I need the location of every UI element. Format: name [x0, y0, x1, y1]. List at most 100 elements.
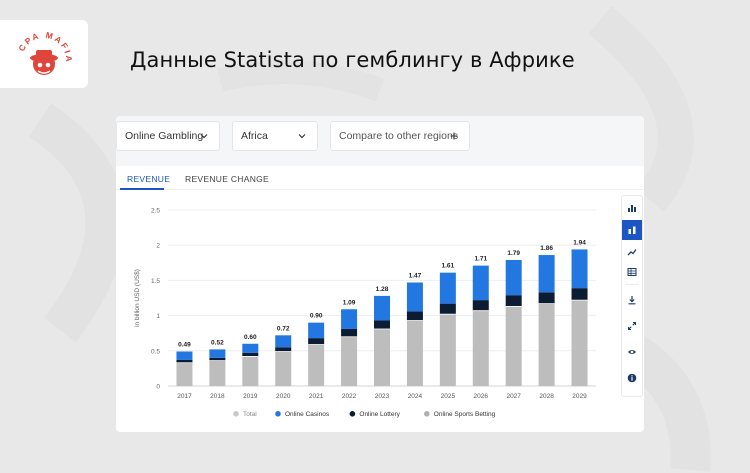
bar-segment-online-sports-betting — [472, 310, 489, 386]
x-tick-label: 2021 — [309, 393, 324, 400]
legend-label: Total — [243, 411, 257, 418]
bar-segment-online-sports-betting — [406, 320, 423, 386]
x-tick-label: 2029 — [572, 393, 587, 400]
page-title: Данные Statista по гемблингу в Африке — [130, 48, 575, 72]
bar-segment-online-lottery — [571, 288, 588, 301]
legend-marker — [424, 411, 430, 417]
bar-segment-online-lottery — [176, 359, 193, 363]
y-tick-label: 2 — [156, 243, 160, 250]
plus-icon — [450, 132, 458, 140]
bar-segment-online-sports-betting — [242, 356, 259, 386]
bar-segment-online-sports-betting — [538, 303, 555, 386]
x-tick-label: 2025 — [441, 393, 456, 400]
tab-revenue[interactable]: REVENUE — [127, 174, 170, 184]
cpa-mafia-logo: CPA MAFIA — [0, 20, 88, 88]
bar-segment-online-lottery — [538, 292, 555, 304]
bar-segment-online-casinos — [406, 282, 423, 312]
market-select[interactable]: Online Gambling — [116, 121, 220, 151]
bar-segment-online-sports-betting — [176, 362, 193, 386]
market-select-value: Online Gambling — [125, 130, 204, 142]
bar-segment-online-lottery — [308, 338, 325, 345]
bar-segment-online-casinos — [242, 343, 259, 353]
y-tick-label: 1.5 — [151, 278, 160, 285]
tab-revenue-change[interactable]: REVENUE CHANGE — [185, 174, 269, 184]
bar-total-label: 0.49 — [178, 342, 191, 349]
bar-segment-online-lottery — [209, 357, 226, 361]
chevron-down-icon — [200, 134, 208, 139]
bar-segment-online-casinos — [571, 249, 588, 289]
y-tick-label: 0.5 — [151, 348, 160, 355]
download-icon[interactable] — [622, 290, 642, 310]
x-tick-label: 2020 — [276, 393, 291, 400]
bar-total-label: 1.61 — [442, 263, 455, 270]
bar-segment-online-casinos — [439, 272, 456, 304]
bar-total-label: 1.94 — [573, 239, 586, 246]
x-tick-label: 2028 — [539, 393, 554, 400]
x-tick-label: 2026 — [474, 393, 489, 400]
bar-segment-online-sports-betting — [571, 300, 588, 386]
line-chart-icon[interactable] — [622, 242, 642, 262]
bar-total-label: 1.79 — [507, 250, 520, 257]
y-axis-label: in billion USD (US$) — [134, 269, 141, 327]
bar-segment-online-sports-betting — [439, 314, 456, 386]
bar-segment-online-casinos — [176, 351, 193, 360]
statista-panel: Online Gambling Africa Compare to other … — [116, 116, 644, 432]
legend-label: Online Casinos — [285, 411, 330, 418]
legend-label: Online Lottery — [359, 411, 400, 418]
y-tick-label: 2.5 — [151, 208, 160, 215]
y-tick-label: 0 — [156, 384, 160, 391]
revenue-chart: 0 0.5 1 1.5 2 2.5 in billion USD (US$) 0.49 2017… — [134, 208, 596, 418]
bar-segment-online-sports-betting — [308, 344, 325, 386]
bar-segment-online-sports-betting — [341, 336, 358, 386]
expand-icon[interactable] — [622, 316, 642, 336]
bar-segment-online-casinos — [308, 322, 325, 339]
toolbar-divider — [625, 284, 639, 285]
chart-toolbar — [621, 195, 643, 397]
bar-segment-online-sports-betting — [209, 360, 226, 386]
bar-segment-online-casinos — [275, 335, 292, 348]
bar-total-label: 1.28 — [376, 286, 389, 293]
legend-label: Online Sports Betting — [434, 411, 496, 418]
table-icon[interactable] — [622, 262, 642, 282]
bar-total-label: 1.09 — [343, 299, 356, 306]
bar-segment-online-casinos — [374, 295, 390, 321]
bar-segment-online-sports-betting — [505, 306, 522, 386]
x-tick-label: 2022 — [342, 393, 357, 400]
bar-segment-online-lottery — [374, 320, 390, 329]
info-icon[interactable] — [622, 368, 642, 388]
x-tick-label: 2019 — [243, 393, 258, 400]
bar-chart-icon[interactable] — [622, 198, 642, 218]
legend-marker — [275, 411, 281, 417]
x-tick-label: 2024 — [408, 393, 423, 400]
bar-total-label: 0.60 — [244, 334, 257, 341]
compare-regions-button[interactable]: Compare to other regions — [330, 121, 470, 151]
bar-segment-online-lottery — [275, 347, 292, 352]
bar-segment-online-casinos — [209, 349, 226, 358]
compare-regions-label: Compare to other regions — [339, 130, 459, 142]
bar-segment-online-lottery — [406, 311, 423, 321]
bar-total-label: 0.90 — [310, 313, 323, 320]
x-tick-label: 2023 — [375, 393, 390, 400]
eye-icon[interactable] — [622, 342, 642, 362]
bar-segment-online-casinos — [538, 255, 555, 293]
bar-total-label: 0.52 — [211, 339, 224, 346]
bar-segment-online-sports-betting — [275, 351, 292, 386]
bar-segment-online-lottery — [439, 303, 456, 315]
bar-segment-online-lottery — [341, 328, 358, 337]
bar-segment-online-casinos — [472, 265, 489, 301]
legend-marker — [233, 411, 239, 417]
bar-segment-online-casinos — [505, 259, 522, 296]
bar-segment-online-lottery — [242, 352, 259, 357]
stacked-bar-icon[interactable] — [622, 220, 642, 240]
bar-total-label: 0.72 — [277, 325, 290, 332]
x-tick-label: 2017 — [177, 393, 192, 400]
y-tick-label: 1 — [156, 313, 160, 320]
bar-segment-online-lottery — [472, 300, 489, 311]
x-tick-label: 2027 — [506, 393, 521, 400]
bar-segment-online-casinos — [341, 309, 358, 329]
bar-total-label: 1.86 — [540, 245, 553, 252]
chevron-down-icon — [298, 134, 306, 139]
tab-bar: REVENUE REVENUE CHANGE — [116, 168, 644, 190]
region-select[interactable]: Africa — [232, 121, 318, 151]
bar-total-label: 1.71 — [474, 256, 487, 263]
